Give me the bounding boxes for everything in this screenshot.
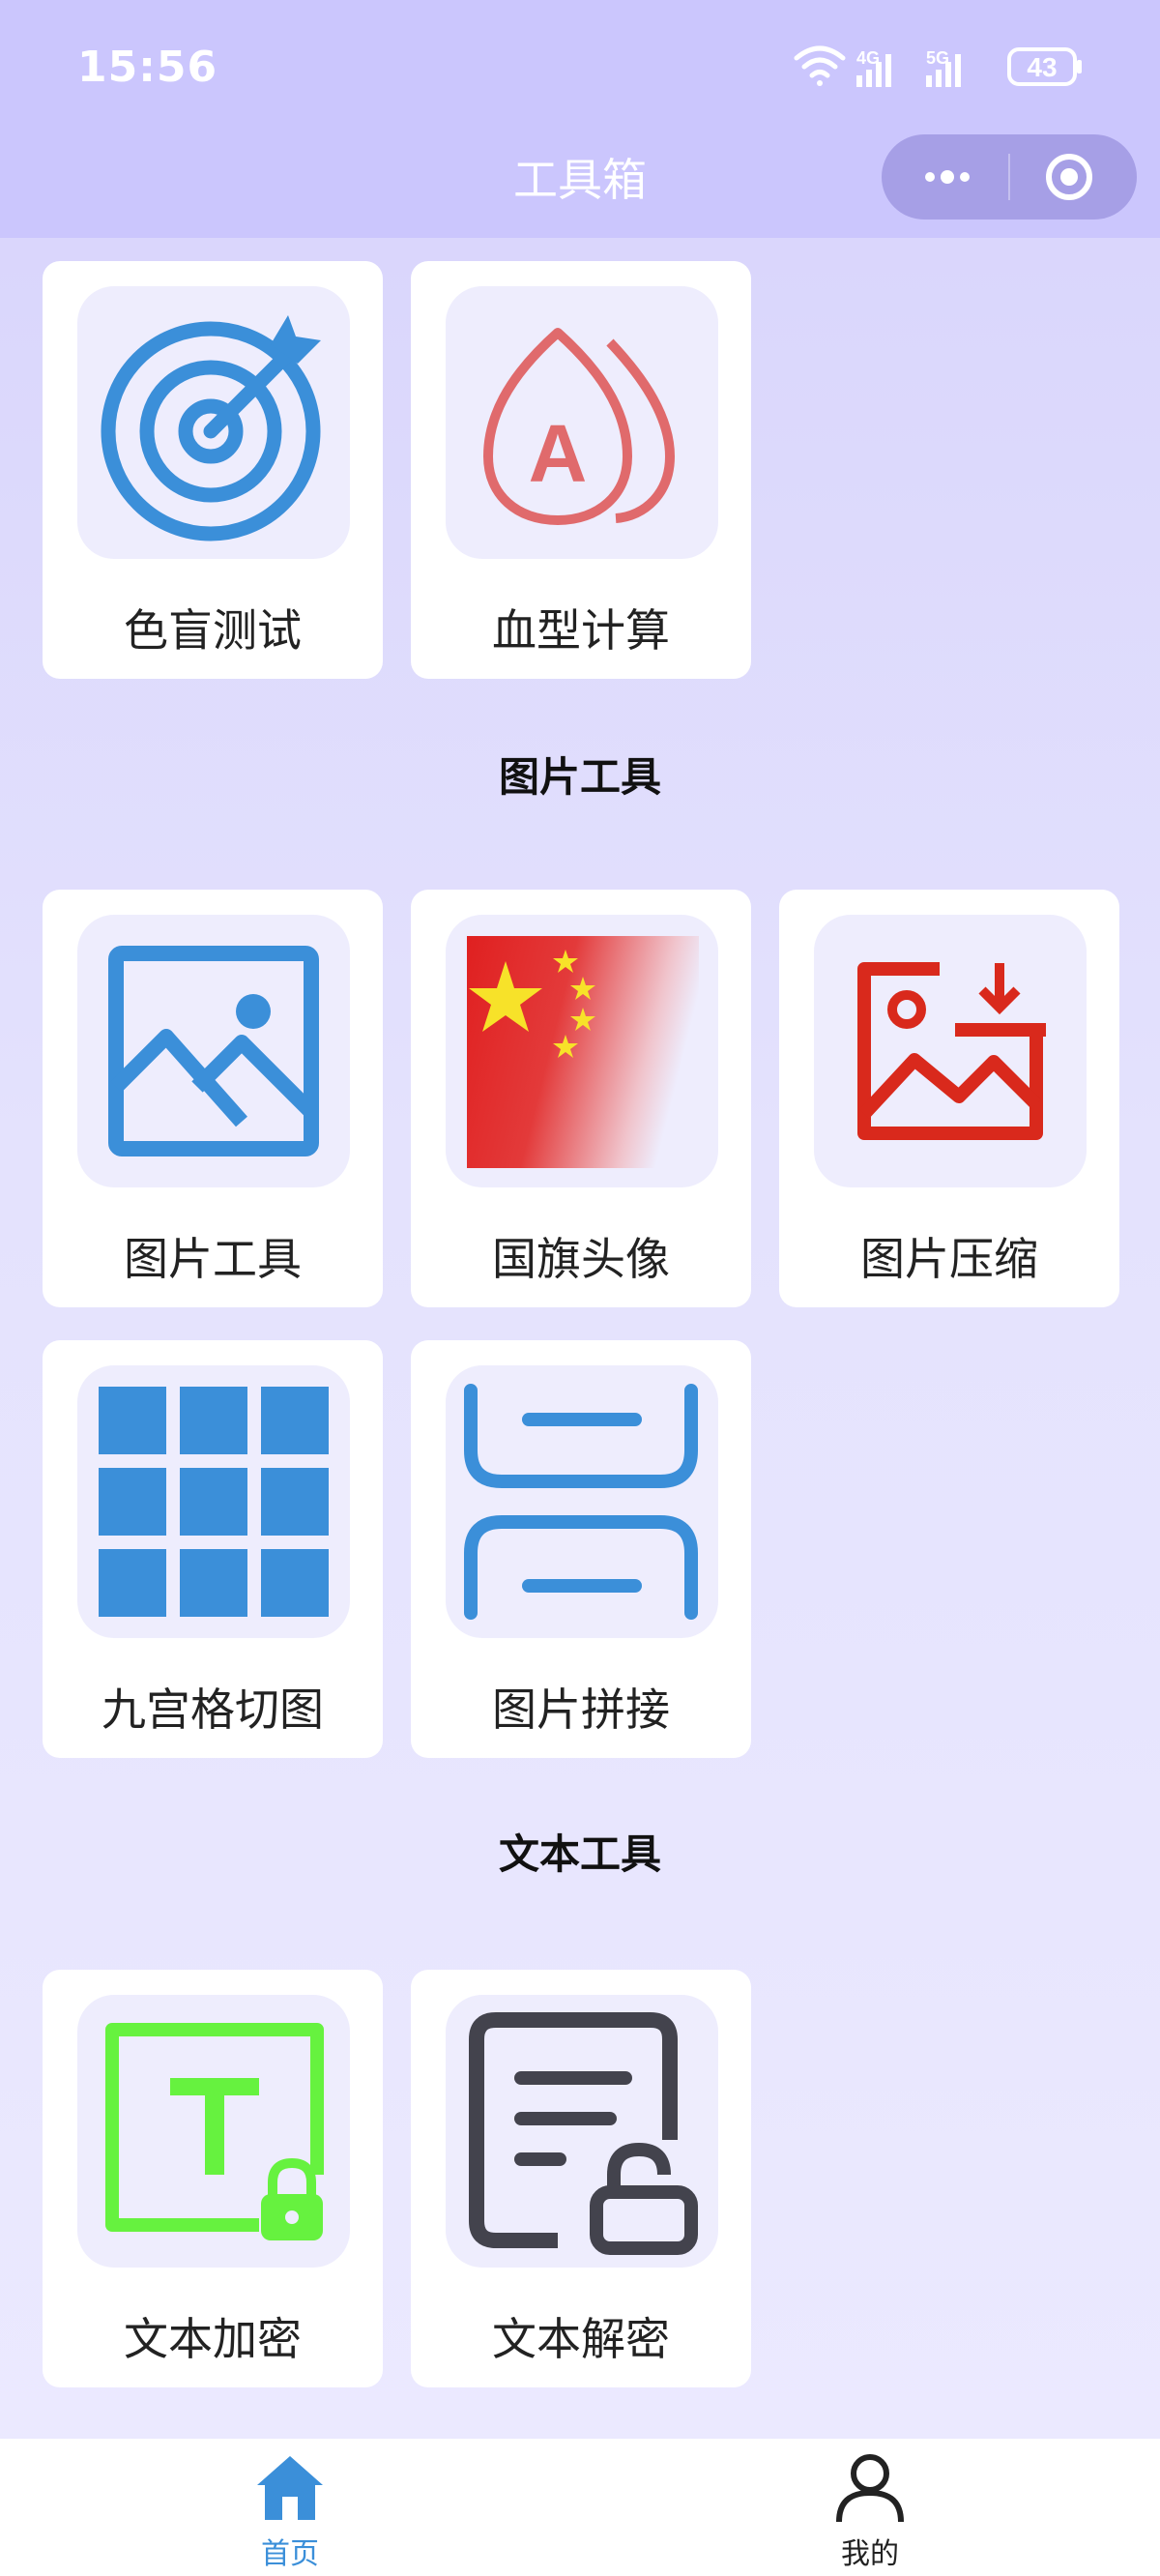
capsule-divider: [1008, 154, 1010, 200]
tool-label: 文本加密: [124, 2313, 302, 2365]
home-icon: [257, 2456, 323, 2520]
tab-mine[interactable]: 我的: [754, 2439, 986, 2576]
mini-program-capsule: [882, 134, 1137, 220]
tool-label: 国旗头像: [492, 1233, 670, 1285]
blood-drop-icon: A: [446, 286, 718, 559]
tab-home[interactable]: 首页: [174, 2439, 406, 2576]
wifi-icon: [794, 45, 846, 86]
svg-text:A: A: [529, 408, 588, 499]
tool-label: 图片工具: [124, 1233, 302, 1285]
grid-icon: [77, 1365, 350, 1638]
tool-card-text-encrypt[interactable]: 文本加密: [43, 1970, 383, 2387]
tool-card-nine-grid[interactable]: 九宫格切图: [43, 1340, 383, 1758]
tool-label: 图片拼接: [492, 1683, 670, 1736]
battery-icon: 43: [1007, 47, 1082, 86]
more-menu-button[interactable]: [920, 156, 974, 198]
image-compress-icon: [814, 915, 1087, 1187]
tool-label: 九宫格切图: [102, 1683, 324, 1736]
bottom-tab-bar: 首页 我的: [0, 2439, 1160, 2576]
close-mini-program-button[interactable]: [1044, 152, 1094, 202]
image-icon: [77, 915, 350, 1187]
tool-card-text-decrypt[interactable]: 文本解密: [411, 1970, 751, 2387]
top-bar: 15:56 4G 5G 43 工具箱: [0, 0, 1160, 238]
target-close-icon: [1046, 154, 1092, 200]
tool-card-flag-avatar[interactable]: 国旗头像: [411, 890, 751, 1307]
text-lock-icon: [77, 1995, 350, 2268]
tab-home-label: 首页: [261, 2537, 319, 2571]
section-title-text-tools: 文本工具: [498, 1830, 661, 1878]
tool-card-image-compress[interactable]: 图片压缩: [779, 890, 1119, 1307]
status-time: 15:56: [77, 43, 218, 92]
tool-card-color-blind-test[interactable]: 色盲测试: [43, 261, 383, 679]
status-icons: 4G 5G 43: [793, 43, 1092, 91]
tool-label: 文本解密: [492, 2313, 670, 2365]
tool-label: 色盲测试: [124, 604, 302, 657]
tool-label: 血型计算: [492, 604, 670, 657]
tab-mine-label: 我的: [841, 2537, 899, 2571]
user-icon: [836, 2454, 904, 2523]
stitch-icon: [446, 1365, 718, 1638]
more-dots-icon: [925, 170, 970, 184]
section-title-image-tools: 图片工具: [498, 753, 661, 801]
tool-label: 图片压缩: [860, 1233, 1038, 1285]
flag-icon: [446, 915, 718, 1187]
tool-card-image-tools[interactable]: 图片工具: [43, 890, 383, 1307]
document-unlock-icon: [446, 1995, 718, 2268]
tool-card-blood-type-calc[interactable]: A 血型计算: [411, 261, 751, 679]
target-icon: [77, 286, 350, 559]
svg-text:43: 43: [1027, 52, 1057, 82]
tool-card-image-stitch[interactable]: 图片拼接: [411, 1340, 751, 1758]
